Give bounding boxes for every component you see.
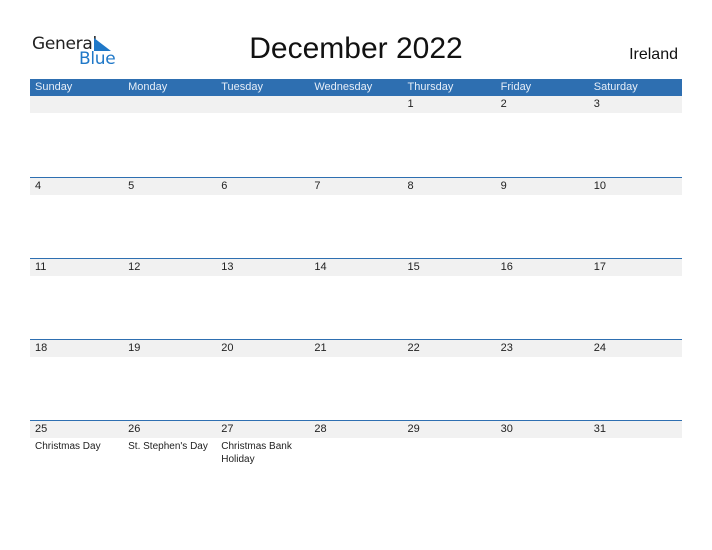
day-cell: 12	[128, 261, 141, 273]
day-cell	[309, 96, 402, 113]
event-row: Christmas Day St. Stephen's Day Christma…	[30, 438, 682, 466]
day-cell: 21	[314, 342, 327, 354]
holiday-label: Christmas Bank Holiday	[221, 441, 292, 465]
day-cell: 18	[35, 342, 48, 354]
day-cell	[30, 96, 123, 113]
day-cell: 22	[407, 342, 420, 354]
week-row-5: 25 26 27 28 29 30 31 Christmas Day St. S…	[30, 420, 682, 501]
week-row-1: 1 2 3	[30, 96, 682, 177]
day-cell: 11	[35, 261, 47, 273]
day-cell	[216, 96, 309, 113]
holiday-label	[403, 438, 496, 466]
day-cell: 9	[500, 180, 507, 192]
weekday-tuesday: Tuesday	[221, 81, 264, 93]
weekday-sunday: Sunday	[35, 81, 73, 93]
day-number-bar: 25 26 27 28 29 30 31	[30, 421, 682, 438]
day-cell: 2	[500, 98, 507, 110]
week-row-3: 11 12 13 14 15 16 17	[30, 258, 682, 339]
day-cell: 5	[128, 180, 135, 192]
day-cell: 29	[407, 423, 420, 435]
holiday-label: St. Stephen's Day	[128, 441, 208, 452]
day-cell: 4	[35, 180, 42, 192]
day-cell: 3	[593, 98, 600, 110]
calendar-grid: Sunday Monday Tuesday Wednesday Thursday…	[30, 79, 682, 501]
day-cell: 16	[500, 261, 513, 273]
day-cell: 26	[128, 423, 141, 435]
country-label: Ireland	[629, 46, 678, 63]
weekday-header-row: Sunday Monday Tuesday Wednesday Thursday…	[30, 79, 682, 96]
day-cell: 1	[407, 98, 414, 110]
weekday-thursday: Thursday	[407, 81, 454, 93]
day-cell: 10	[593, 180, 606, 192]
day-number-bar: 4 5 6 7 8 9 10	[30, 178, 682, 195]
day-cell: 19	[128, 342, 141, 354]
day-cell: 15	[407, 261, 420, 273]
calendar-title: December 2022	[249, 32, 463, 65]
day-cell: 25	[35, 423, 48, 435]
day-cell: 24	[593, 342, 606, 354]
day-cell: 23	[500, 342, 513, 354]
week-row-2: 4 5 6 7 8 9 10	[30, 177, 682, 258]
weekday-friday: Friday	[500, 81, 532, 93]
day-cell: 30	[500, 423, 513, 435]
week-row-4: 18 19 20 21 22 23 24	[30, 339, 682, 420]
holiday-label	[589, 438, 682, 466]
day-cell	[123, 96, 216, 113]
day-cell: 28	[314, 423, 327, 435]
day-number-bar: 11 12 13 14 15 16 17	[30, 259, 682, 276]
day-cell: 7	[314, 180, 321, 192]
day-cell: 31	[593, 423, 606, 435]
weekday-monday: Monday	[128, 81, 168, 93]
day-number-bar: 1 2 3	[30, 96, 682, 113]
day-cell: 27	[221, 423, 234, 435]
weekday-saturday: Saturday	[593, 81, 638, 93]
day-cell: 13	[221, 261, 234, 273]
day-cell: 8	[407, 180, 414, 192]
weekday-wednesday: Wednesday	[314, 81, 373, 93]
day-cell: 6	[221, 180, 228, 192]
day-number-bar: 18 19 20 21 22 23 24	[30, 340, 682, 357]
holiday-label: Christmas Day	[35, 441, 101, 452]
day-cell: 17	[593, 261, 606, 273]
holiday-label	[496, 438, 589, 466]
day-cell: 14	[314, 261, 327, 273]
holiday-label	[309, 438, 402, 466]
day-cell: 20	[221, 342, 234, 354]
